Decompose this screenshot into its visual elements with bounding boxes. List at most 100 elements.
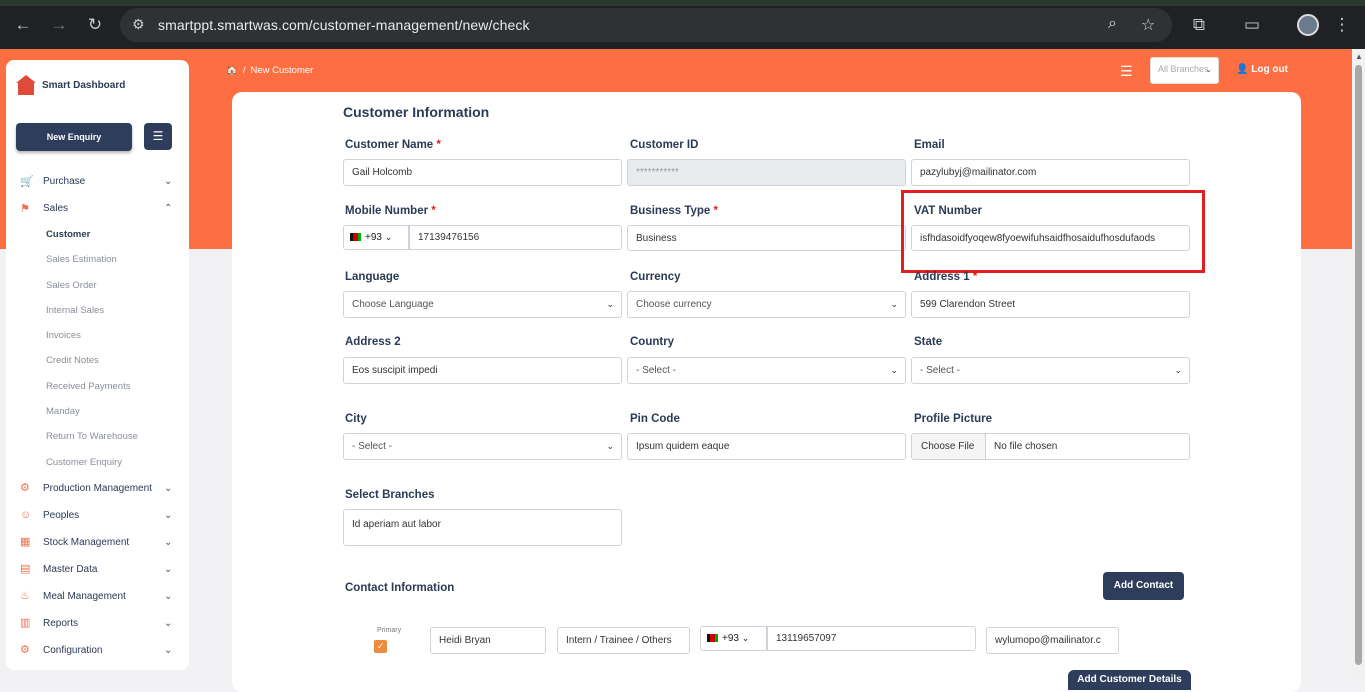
forward-icon[interactable]: →: [47, 13, 71, 37]
sidebar-item-peoples[interactable]: ☺ Peoples ⌄: [6, 502, 189, 529]
reports-icon: ▥: [20, 617, 31, 630]
currency-label: Currency: [630, 271, 681, 283]
sidebar-subitem[interactable]: Return To Warehouse: [6, 424, 189, 449]
cart-icon: 🛒: [20, 175, 34, 188]
contact-role-input[interactable]: Intern / Trainee / Others: [557, 627, 690, 654]
back-icon[interactable]: ←: [11, 13, 35, 37]
mobile-input[interactable]: 17139476156: [409, 225, 622, 250]
contact-title: Contact Information: [345, 582, 455, 594]
profile-avatar[interactable]: [1297, 14, 1319, 36]
zoom-icon[interactable]: ⌕: [1108, 15, 1117, 33]
bookmark-star-icon[interactable]: ☆: [1141, 15, 1155, 35]
sidebar-item-purchase[interactable]: 🛒 Purchase ⌄: [6, 168, 189, 195]
page-scrollbar[interactable]: ▲: [1352, 49, 1365, 682]
sidebar-subitem[interactable]: Sales Estimation: [6, 247, 189, 272]
sidebar-subitem[interactable]: Received Payments: [6, 374, 189, 399]
sidebar-item-label: Production Management: [43, 482, 152, 494]
sidebar-item-label: Purchase: [43, 176, 86, 187]
sidebar-subitem[interactable]: Manday: [6, 399, 189, 424]
sidebar-subitem[interactable]: Credit Notes: [6, 348, 189, 373]
sidebar-item-meal-management[interactable]: ♨ Meal Management ⌄: [6, 583, 189, 610]
sidebar-subitem[interactable]: Customer Enquiry: [6, 450, 189, 475]
address2-label: Address 2: [345, 336, 401, 348]
chevron-down-icon: ⌄: [164, 644, 173, 656]
sidebar-subitem[interactable]: Invoices: [6, 323, 189, 348]
hamburger-icon: ☰: [152, 129, 164, 143]
breadcrumb-current: New Customer: [250, 65, 314, 76]
language-label: Language: [345, 271, 400, 283]
sidebar-item-label: Master Data: [43, 563, 98, 575]
currency-select[interactable]: Choose currency ⌄: [627, 291, 906, 318]
logout-link[interactable]: 👤 Log out: [1236, 64, 1288, 75]
data-icon: ▤: [20, 563, 31, 576]
profile-picture-label: Profile Picture: [914, 413, 992, 425]
address2-input[interactable]: Eos suscipit impedi: [343, 357, 622, 384]
address1-label: Address 1 *: [914, 271, 978, 283]
country-code-select[interactable]: +93 ⌄: [343, 225, 409, 250]
sidebar-item-reports[interactable]: ▥ Reports ⌄: [6, 610, 189, 637]
country-select[interactable]: - Select - ⌄: [627, 357, 906, 384]
state-select[interactable]: - Select - ⌄: [911, 357, 1190, 384]
chevron-down-icon: ⌄: [1174, 365, 1182, 375]
sidebar-item-sales[interactable]: ⚑ Sales ⌃: [6, 195, 189, 222]
tab-search-icon[interactable]: ▭: [1240, 13, 1264, 37]
breadcrumb: 🏠 / New Customer: [226, 65, 313, 76]
contact-name-input[interactable]: Heidi Bryan: [430, 627, 546, 654]
sidebar-item-configuration[interactable]: ⚙ Configuration ⌄: [6, 637, 189, 664]
sidebar-item-label: Meal Management: [43, 590, 126, 602]
branch-select-value: All Branches: [1158, 64, 1209, 74]
site-info-icon[interactable]: ⚙: [132, 16, 145, 33]
business-type-input[interactable]: Business: [627, 225, 906, 251]
sidebar-subitem[interactable]: Sales Order: [6, 273, 189, 298]
city-select[interactable]: - Select - ⌄: [343, 433, 622, 460]
reload-icon[interactable]: ↻: [83, 13, 107, 37]
sidebar-toggle-button[interactable]: ☰: [144, 123, 172, 150]
sales-submenu: Customer Sales Estimation Sales Order Inter…: [6, 222, 189, 475]
email-input[interactable]: pazylubyj@mailinator.com: [911, 159, 1190, 186]
add-contact-button[interactable]: Add Contact: [1103, 572, 1184, 600]
contact-phone-input[interactable]: 13119657097: [767, 626, 976, 651]
sidebar-item-master-data[interactable]: ▤ Master Data ⌄: [6, 556, 189, 583]
pincode-input[interactable]: Ipsum quidem eaque: [627, 433, 906, 460]
flag-icon: [350, 233, 361, 242]
sales-icon: ⚑: [20, 202, 30, 215]
branches-input[interactable]: Id aperiam aut labor: [343, 509, 622, 546]
add-customer-details-button[interactable]: Add Customer Details: [1068, 670, 1191, 690]
chevron-down-icon: ⌄: [164, 563, 173, 575]
sidebar-subitem[interactable]: Customer: [6, 222, 189, 247]
scroll-up-icon[interactable]: ▲: [1355, 52, 1363, 61]
app-logo[interactable]: Smart Dashboard: [16, 75, 125, 95]
new-enquiry-button[interactable]: New Enquiry: [16, 123, 132, 151]
pincode-label: Pin Code: [630, 413, 680, 425]
choose-file-button[interactable]: Choose File: [912, 434, 986, 459]
primary-checkbox[interactable]: ✓: [374, 640, 387, 653]
address1-input[interactable]: 599 Clarendon Street: [911, 291, 1190, 318]
language-select[interactable]: Choose Language ⌄: [343, 291, 622, 318]
extensions-icon[interactable]: ⧉: [1187, 13, 1211, 37]
chevron-down-icon: ⌄: [890, 365, 898, 375]
scroll-thumb[interactable]: [1355, 65, 1362, 665]
highlight-box: [901, 190, 1205, 273]
stock-icon: ▦: [20, 536, 31, 549]
city-label: City: [345, 413, 367, 425]
profile-picture-input[interactable]: Choose File No file chosen: [911, 433, 1190, 460]
sidebar-item-stock-management[interactable]: ▦ Stock Management ⌄: [6, 529, 189, 556]
browser-toolbar: ← → ↻ ⚙ smartppt.smartwas.com/customer-m…: [0, 0, 1365, 49]
branches-label: Select Branches: [345, 489, 435, 501]
header-menu-icon[interactable]: ☰: [1120, 63, 1133, 80]
config-icon: ⚙: [20, 644, 30, 657]
sidebar-item-production-management[interactable]: ⚙ Production Management ⌄: [6, 475, 189, 502]
customer-id-input: ***********: [627, 159, 906, 186]
branch-select[interactable]: All Branches ⌄: [1150, 57, 1219, 84]
logout-label: Log out: [1251, 64, 1288, 75]
sidebar-more-items: ⚙ Production Management ⌄ ☺ Peoples ⌄ ▦ Stock M…: [6, 475, 189, 664]
sidebar-subitem[interactable]: Internal Sales: [6, 298, 189, 323]
customer-name-input[interactable]: Gail Holcomb: [343, 159, 622, 186]
contact-country-code-select[interactable]: +93 ⌄: [700, 626, 767, 651]
address-bar[interactable]: ⚙ smartppt.smartwas.com/customer-managem…: [120, 8, 1172, 42]
chevron-down-icon: ⌄: [164, 617, 173, 629]
contact-email-input[interactable]: wylumopo@mailinator.c: [986, 627, 1119, 654]
more-menu-icon[interactable]: ⋮: [1330, 13, 1354, 37]
sidebar: Smart Dashboard New Enquiry ☰ 🛒 Purchase ⌄…: [6, 60, 189, 670]
home-icon[interactable]: 🏠: [226, 65, 238, 76]
